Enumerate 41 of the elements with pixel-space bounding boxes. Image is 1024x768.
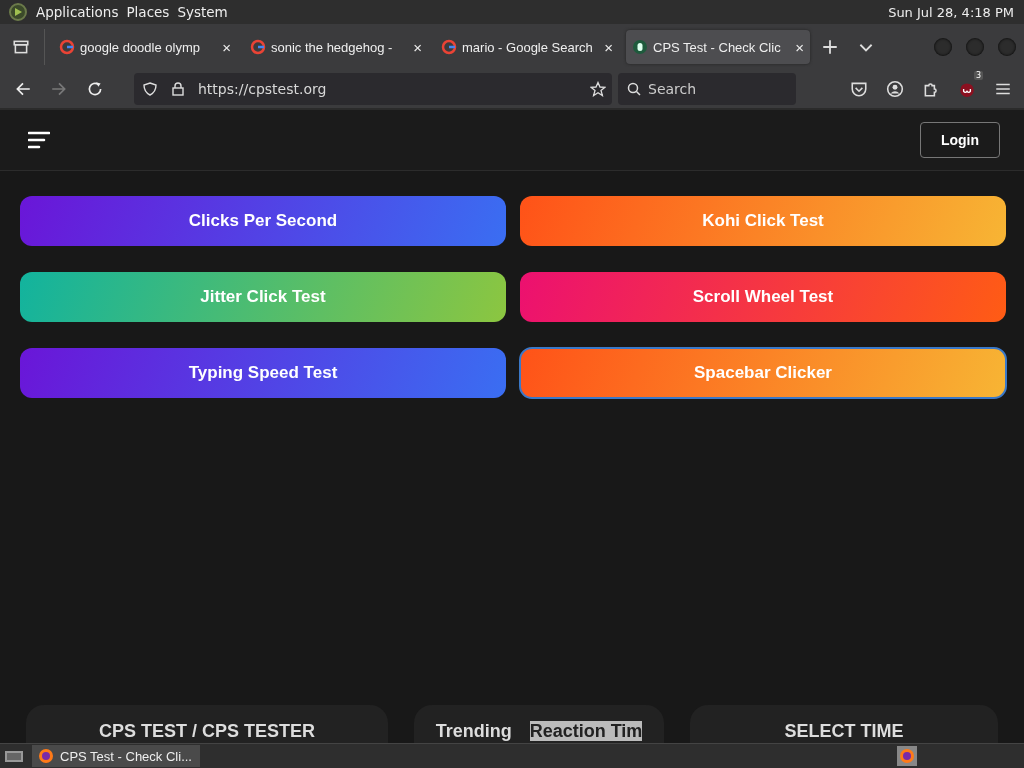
back-icon[interactable] [14,80,32,98]
menu-icon[interactable] [28,131,50,149]
card-title: Trending [435,721,512,741]
address-field[interactable]: https://cpstest.org [134,73,612,105]
lock-icon[interactable] [170,81,186,97]
notification-badge: 3 [973,71,983,80]
shield-icon[interactable] [142,81,158,97]
test-link-button[interactable]: Clicks Per Second [20,196,506,246]
card-title: CPS TEST / CPS TESTER [98,721,315,741]
browser-icon [38,748,54,764]
forward-icon[interactable] [50,80,68,98]
reload-icon[interactable] [86,80,104,98]
taskbar-window-button[interactable]: CPS Test - Check Cli... [32,745,200,767]
google-icon [250,39,266,55]
panel-menu[interactable]: Places [126,4,170,20]
clock[interactable]: Sun Jul 28, 4:18 PM [888,4,1016,20]
search-field[interactable]: Search [618,73,796,105]
browser-tab[interactable]: google doodle olymp × [53,30,237,64]
highlighted-text: Reaction Tim [529,721,643,741]
browser-tab[interactable]: CPS Test - Check Clic × [626,30,810,64]
browser-tab[interactable]: sonic the hedgehog - × [244,30,428,64]
tab-overview-icon[interactable] [12,38,30,56]
google-icon [441,39,457,55]
new-tab-icon[interactable] [821,38,839,56]
test-link-button[interactable]: Typing Speed Test [20,348,506,398]
browser-tab[interactable]: mario - Google Search × [435,30,619,64]
test-link-button[interactable]: Scroll Wheel Test [520,272,1006,322]
show-desktop-icon[interactable] [4,748,24,764]
pocket-icon[interactable] [850,80,868,98]
card-title: SELECT TIME [784,721,904,741]
google-icon [59,39,75,55]
login-button[interactable]: Login [919,122,1000,158]
extension-icon[interactable] [958,80,976,98]
distro-logo-icon[interactable] [8,2,28,22]
panel-menu[interactable]: Applications [36,4,119,20]
puzzle-icon[interactable] [922,80,940,98]
account-icon[interactable] [886,80,904,98]
star-icon[interactable] [590,81,606,97]
site-favicon-icon [632,39,648,55]
search-icon [626,81,642,97]
panel-menu[interactable]: System [177,4,228,20]
